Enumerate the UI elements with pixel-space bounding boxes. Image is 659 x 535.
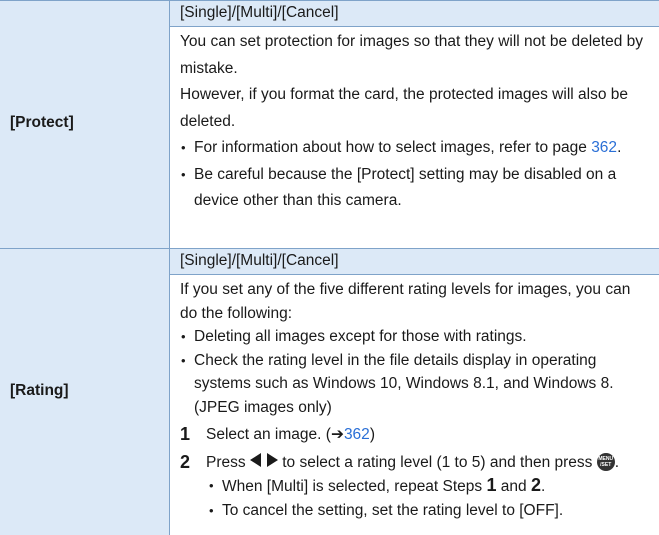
rating-options: [Single]/[Multi]/[Cancel] — [170, 249, 659, 274]
menu-set-button-icon: MENU/SET — [596, 453, 615, 472]
rating-label-cell: [Rating] — [0, 249, 170, 535]
protect-bullet-1: For information about how to select imag… — [180, 135, 651, 162]
rating-step-1: 1 Select an image. (➔362) — [180, 423, 651, 447]
step-2-number: 2 — [180, 451, 191, 472]
sub-1-text-c: . — [541, 478, 546, 496]
step-1-page-link[interactable]: 362 — [344, 426, 370, 443]
protect-bullet-1-text: For information about how to select imag… — [194, 139, 592, 156]
page-link-362[interactable]: 362 — [591, 139, 617, 156]
protect-desc-1: You can set protection for images so tha… — [180, 33, 643, 77]
sub-1-text-b: and — [496, 478, 531, 496]
step-2-text-a: Press — [206, 453, 250, 471]
menu-set-bottom: /SET — [600, 462, 612, 469]
arrow-right-icon: ➔ — [330, 426, 344, 443]
step-1-text: Select an image. ( — [206, 426, 331, 443]
step-1-end: ) — [369, 426, 375, 443]
left-right-arrows-icon — [249, 451, 278, 475]
sub-1-step-num-2: 2 — [530, 475, 541, 496]
protect-desc-2: However, if you format the card, the pro… — [180, 86, 628, 130]
settings-table: [Protect] [Single]/[Multi]/[Cancel] You … — [0, 0, 659, 535]
rating-sub-bullet-2: To cancel the setting, set the rating le… — [180, 499, 651, 523]
step-2-text-b: to select a rating level (1 to 5) and th… — [277, 453, 597, 471]
sub-1-step-num-1: 1 — [486, 475, 497, 496]
protect-bullet-2: Be careful because the [Protect] setting… — [180, 162, 651, 215]
rating-label: [Rating] — [10, 382, 69, 399]
protect-options: [Single]/[Multi]/[Cancel] — [170, 1, 659, 26]
rating-bullet-2: Check the rating level in the file detai… — [180, 349, 651, 420]
rating-bullet-1: Deleting all images except for those wit… — [180, 325, 651, 349]
rating-sub-bullet-1: When [Multi] is selected, repeat Steps 1… — [180, 474, 651, 499]
protect-label-cell: [Protect] — [0, 1, 170, 248]
rating-desc-1: If you set any of the five different rat… — [180, 281, 631, 322]
sub-1-text-a: When [Multi] is selected, repeat Steps — [222, 478, 487, 496]
step-2-text-c: . — [614, 453, 620, 471]
protect-label: [Protect] — [10, 114, 74, 131]
protect-description: You can set protection for images so tha… — [170, 27, 659, 248]
rating-description: If you set any of the five different rat… — [170, 275, 659, 535]
step-1-number: 1 — [180, 424, 191, 444]
protect-bullet-1-end: . — [617, 139, 622, 156]
rating-step-2: 2 Press to select a rating level (1 to 5)… — [180, 451, 651, 475]
